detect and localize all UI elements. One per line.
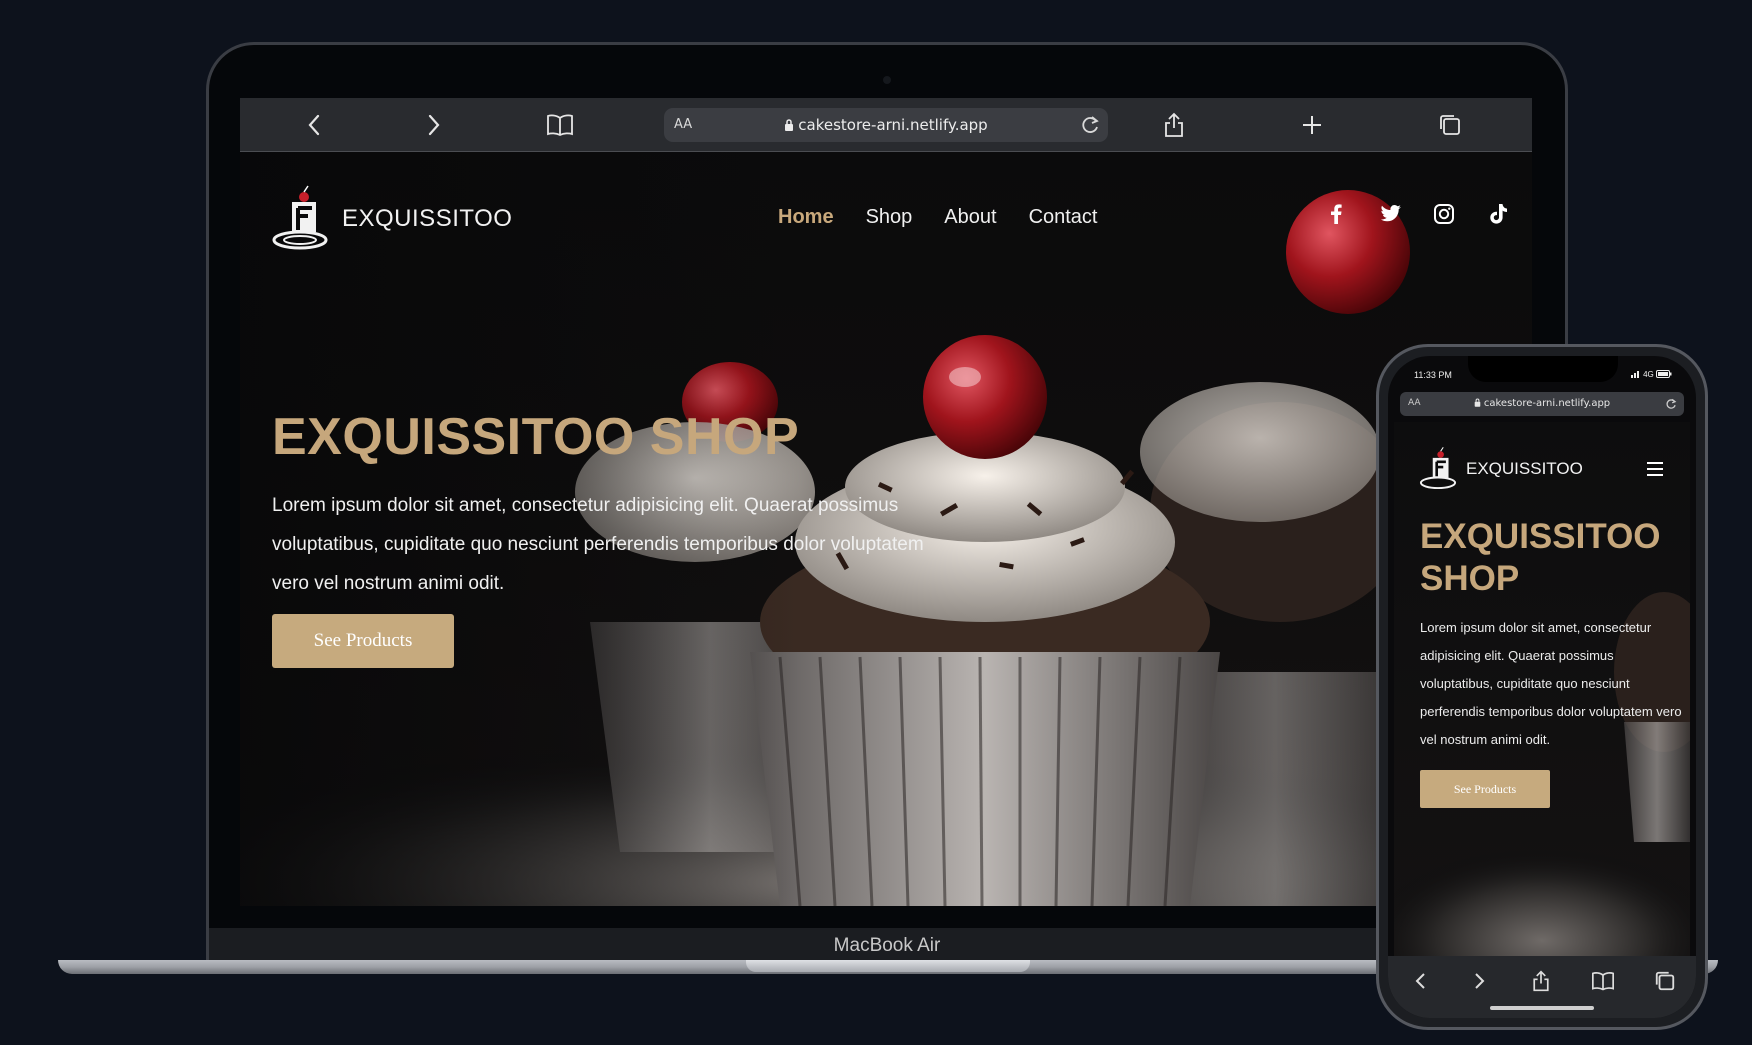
phone-cake-logo-icon <box>1419 447 1457 490</box>
bookmarks-icon[interactable] <box>544 109 576 141</box>
nav-home[interactable]: Home <box>778 206 834 229</box>
home-indicator[interactable] <box>1490 1006 1594 1010</box>
phone-brand-name: EXQUISSITOO <box>1466 459 1583 478</box>
url-field[interactable]: AA cakestore-arni.netlify.app <box>664 108 1108 142</box>
lock-icon <box>785 119 794 131</box>
laptop-camera <box>883 76 891 84</box>
hero-section: EXQUISSITOO Home Shop About Contact EXQU… <box>240 152 1532 906</box>
tiktok-icon[interactable] <box>1486 202 1510 226</box>
phone-screen: 11:33 PM 4G AA cakestore-arni.netlify.ap… <box>1388 356 1696 1018</box>
phone-bookmarks-icon[interactable] <box>1592 970 1614 992</box>
forward-icon[interactable] <box>418 109 450 141</box>
hamburger-menu-icon[interactable] <box>1646 462 1664 476</box>
phone-tabs-icon[interactable] <box>1654 970 1676 992</box>
brand-name: EXQUISSITOO <box>342 205 513 232</box>
phone-hero-description: Lorem ipsum dolor sit amet, consectetur … <box>1420 620 1682 747</box>
signal-icon <box>1630 371 1639 378</box>
laptop-chin: MacBook Air <box>209 928 1565 960</box>
reload-icon[interactable] <box>1078 113 1102 137</box>
phone-hero-title: EXQUISSITOO SHOP <box>1420 517 1661 598</box>
phone-back-icon[interactable] <box>1410 970 1432 992</box>
share-icon[interactable] <box>1158 109 1190 141</box>
twitter-icon[interactable] <box>1378 202 1402 226</box>
nav-contact[interactable]: Contact <box>1029 206 1098 229</box>
new-tab-icon[interactable] <box>1296 109 1328 141</box>
lock-icon <box>1474 398 1481 407</box>
status-network: 4G <box>1630 370 1672 379</box>
cake-logo-icon <box>272 185 328 250</box>
phone-url-display: cakestore-arni.netlify.app <box>1400 398 1684 409</box>
phone-safari-toolbar <box>1388 956 1696 1018</box>
phone-page: EXQUISSITOO EXQUISSITOO SHOP Lorem ipsum… <box>1394 422 1690 956</box>
main-nav: Home Shop About Contact <box>778 206 1098 229</box>
phone-forward-icon[interactable] <box>1468 970 1490 992</box>
status-time: 11:33 PM <box>1414 370 1452 380</box>
phone-reload-icon[interactable] <box>1664 397 1678 411</box>
macbook-label: MacBook Air <box>833 935 941 956</box>
network-type: 4G <box>1643 370 1654 379</box>
safari-toolbar: AA cakestore-arni.netlify.app <box>240 98 1532 152</box>
back-icon[interactable] <box>298 109 330 141</box>
nav-about[interactable]: About <box>944 206 996 229</box>
site-logo[interactable]: EXQUISSITOO <box>270 184 512 254</box>
facebook-icon[interactable] <box>1324 202 1348 226</box>
laptop-opening-notch <box>746 960 1030 972</box>
phone-url-field[interactable]: AA cakestore-arni.netlify.app <box>1400 392 1684 416</box>
url-display: cakestore-arni.netlify.app <box>664 116 1108 134</box>
phone-url-text: cakestore-arni.netlify.app <box>1483 398 1611 409</box>
phone-notch <box>1468 356 1618 382</box>
battery-icon <box>1656 370 1672 378</box>
instagram-icon[interactable] <box>1432 202 1456 226</box>
phone-see-products-button[interactable]: See Products <box>1420 770 1550 808</box>
url-text: cakestore-arni.netlify.app <box>798 116 988 134</box>
nav-shop[interactable]: Shop <box>866 206 913 229</box>
hero-title: EXQUISSITOO SHOP <box>272 408 800 466</box>
tabs-icon[interactable] <box>1434 109 1466 141</box>
laptop-screen: AA cakestore-arni.netlify.app EXQUISSITO… <box>240 98 1532 906</box>
phone-site-logo[interactable]: EXQUISSITOO <box>1418 446 1583 492</box>
phone-share-icon[interactable] <box>1530 970 1552 992</box>
social-links <box>1324 202 1510 226</box>
hero-description: Lorem ipsum dolor sit amet, consectetur … <box>272 495 924 594</box>
see-products-button[interactable]: See Products <box>272 614 454 668</box>
